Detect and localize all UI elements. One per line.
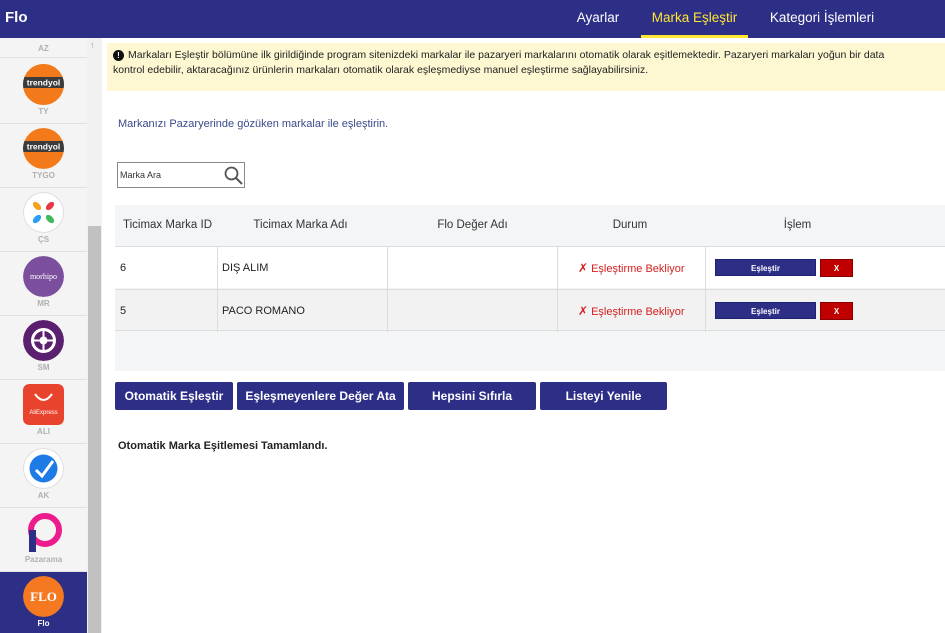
- column-header-name: Ticimax Marka Adı: [253, 219, 348, 231]
- sidebar-item-code: Flo: [37, 619, 50, 628]
- aliexpress-logo-icon: AliExpress: [23, 384, 64, 425]
- trendyol-logo-icon: trendyol: [23, 64, 64, 105]
- refresh-list-button[interactable]: Listeyi Yenile: [540, 382, 667, 410]
- pazarama-logo-icon: [23, 512, 64, 553]
- nav-kategori-islemleri[interactable]: Kategori İşlemleri: [760, 0, 884, 38]
- match-button[interactable]: Eşleştir: [715, 259, 816, 276]
- sidebar-item-code: SM: [37, 363, 50, 372]
- sidebar-item-ak[interactable]: AK: [0, 444, 87, 508]
- sidebar-item-code: AK: [37, 491, 50, 500]
- sidebar-scrollbar-thumb[interactable]: [88, 226, 101, 633]
- x-mark-icon: ✗: [578, 304, 589, 318]
- status-badge: ✗ Eşleştirme Bekliyor: [578, 261, 685, 275]
- sidebar-item-code: TY: [38, 107, 49, 116]
- app-title: Flo: [5, 9, 28, 26]
- trendyol-go-logo-icon: trendyol: [23, 128, 64, 169]
- notice-line-1: Markaları Eşleştir bölümüne ilk girildiğ…: [128, 49, 885, 61]
- reset-all-button[interactable]: Hepsini Sıfırla: [408, 382, 536, 410]
- delete-button[interactable]: X: [820, 302, 853, 320]
- cell-name: PACO ROMANO: [222, 305, 305, 317]
- cell-id: 5: [120, 305, 127, 317]
- brand-search-input[interactable]: [120, 165, 220, 185]
- brand-table: Ticimax Marka ID Ticimax Marka Adı Flo D…: [115, 205, 945, 371]
- flo-logo-icon: FLO: [23, 576, 64, 617]
- info-notice: ! Markaları Eşleştir bölümüne ilk girildi…: [107, 43, 945, 91]
- sidebar-item-sm[interactable]: SM: [0, 316, 87, 380]
- table-row: 5 PACO ROMANO ✗ Eşleştirme Bekliyor Eşleş…: [115, 289, 945, 332]
- nav-marka-eslestir[interactable]: Marka Eşleştir: [641, 0, 748, 38]
- column-header-status: Durum: [612, 219, 648, 231]
- match-button[interactable]: Eşleştir: [715, 302, 816, 319]
- sidebar-item-pazarama[interactable]: Pazarama: [0, 508, 87, 572]
- akakce-logo-icon: [23, 448, 64, 489]
- column-header-id: Ticimax Marka ID: [122, 219, 213, 231]
- sidebar-item-flo[interactable]: FLO Flo: [0, 572, 87, 633]
- search-icon[interactable]: [224, 166, 243, 185]
- x-mark-icon: ✗: [578, 261, 589, 275]
- cell-id: 6: [120, 262, 127, 274]
- morhipo-logo-icon: morhipo: [23, 256, 64, 297]
- brand-search: [117, 162, 245, 188]
- scroll-up-arrow-icon[interactable]: ↑: [90, 40, 95, 50]
- svg-text:AliExpress: AliExpress: [29, 410, 57, 416]
- status-badge: ✗ Eşleştirme Bekliyor: [578, 304, 685, 318]
- instruction-text: Markanızı Pazaryerinde gözüken markalar …: [118, 118, 389, 130]
- assign-unmatched-button[interactable]: Eşleşmeyenlere Değer Ata: [237, 382, 404, 410]
- sidebar-item-mr[interactable]: morhipo MR: [0, 252, 87, 316]
- sidebar-item-ty[interactable]: trendyol TY: [0, 60, 87, 124]
- exclamation-icon: !: [113, 50, 124, 61]
- delete-button[interactable]: X: [820, 259, 853, 277]
- sidebar-item-code: ALI: [37, 427, 50, 436]
- sidebar-item-code: ÇS: [37, 235, 50, 244]
- ciceksepeti-logo-icon: [23, 192, 64, 233]
- sidebar-item-tygo[interactable]: trendyol TYGO: [0, 124, 87, 188]
- svg-text:morhipo: morhipo: [30, 272, 57, 281]
- sidebar-item-code: TYGO: [32, 171, 55, 180]
- cell-name: DIŞ ALIM: [222, 262, 269, 274]
- sidebar-item-code: MR: [37, 299, 50, 308]
- column-header-flo-value: Flo Değer Adı: [437, 219, 508, 231]
- notice-line-2: kontrol edebilir, aktaracağınız ürünleri…: [113, 64, 649, 76]
- result-message: Otomatik Marka Eşitlemesi Tamamlandı.: [118, 440, 328, 452]
- main-content: ! Markaları Eşleştir bölümüne ilk girildi…: [102, 38, 945, 633]
- svg-text:FLO: FLO: [30, 589, 57, 604]
- sidebar-item-ali[interactable]: AliExpress ALI: [0, 380, 87, 444]
- svg-text:trendyol: trendyol: [27, 142, 61, 152]
- column-header-action: İşlem: [783, 219, 812, 231]
- table-row: 6 DIŞ ALIM ✗ Eşleştirme Bekliyor Eşleştir…: [115, 246, 945, 289]
- sidebar-item-cs[interactable]: ÇS: [0, 188, 87, 252]
- sidebar-item-code: AZ: [38, 44, 49, 53]
- sidebar-item-az[interactable]: AZ: [0, 38, 87, 58]
- nav-ayarlar[interactable]: Ayarlar: [563, 0, 633, 38]
- top-bar: Flo Ayarlar Marka Eşleştir Kategori İşle…: [0, 0, 945, 38]
- marketplace-sidebar: AZ trendyol TY trendyol TYGO ÇS morhipo …: [0, 38, 102, 633]
- shopiconmall-logo-icon: [23, 320, 64, 361]
- svg-text:trendyol: trendyol: [27, 78, 61, 88]
- auto-match-button[interactable]: Otomatik Eşleştir: [115, 382, 233, 410]
- sidebar-item-code: Pazarama: [24, 555, 63, 564]
